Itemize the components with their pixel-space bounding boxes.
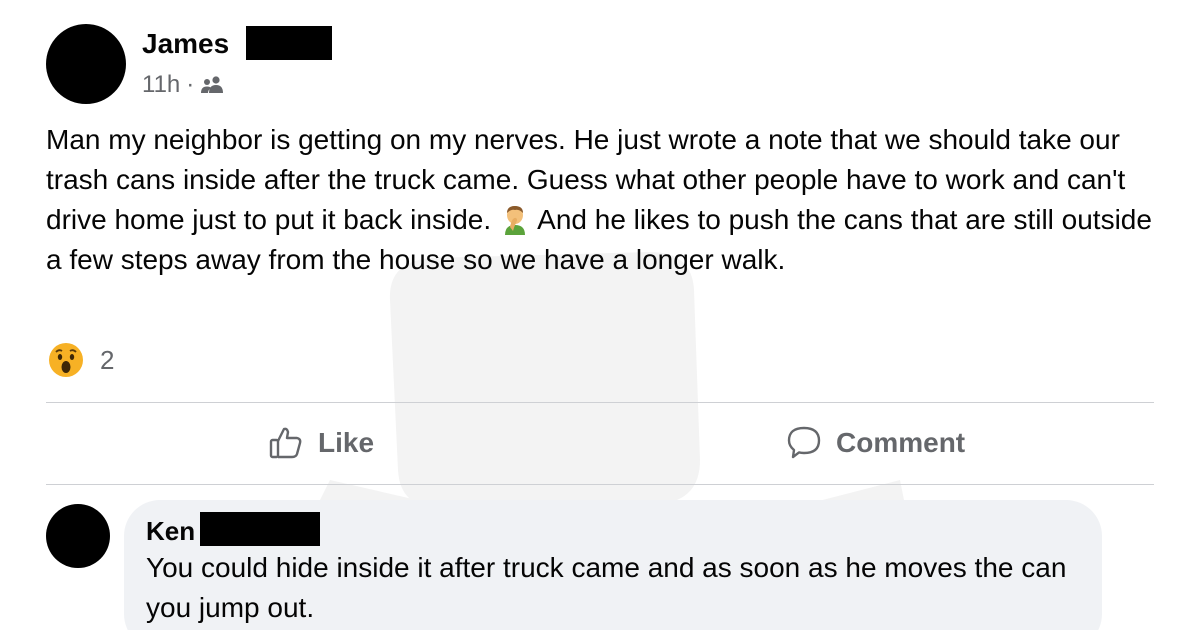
post-body: Man my neighbor is getting on my nerves.… (46, 120, 1166, 280)
redaction-bar (246, 26, 332, 60)
reaction-summary[interactable]: 2 (48, 342, 114, 378)
post-author-name[interactable]: James (142, 26, 229, 62)
redaction-bar (200, 512, 320, 546)
commenter-name[interactable]: Ken (146, 514, 195, 548)
divider (46, 484, 1154, 485)
facebook-post: James 11h · Man my neighbor is getting o… (0, 0, 1200, 630)
like-button[interactable]: Like (268, 420, 374, 466)
commenter-avatar[interactable] (46, 504, 110, 568)
thumbs-up-icon (269, 427, 302, 459)
comment-text: You could hide inside it after truck cam… (146, 552, 1067, 623)
wow-reaction-icon (49, 343, 83, 377)
reaction-count: 2 (100, 344, 115, 375)
meta-separator: · (186, 71, 195, 98)
comment-label: Comment (836, 427, 966, 458)
post-timestamp[interactable]: 11h (142, 70, 180, 100)
comment-bubble-icon (787, 426, 821, 459)
comment-button[interactable]: Comment (786, 420, 965, 466)
friends-icon[interactable] (200, 76, 226, 94)
author-avatar[interactable] (46, 24, 126, 104)
facepalm-emoji (504, 206, 525, 235)
like-label: Like (318, 427, 375, 458)
post-meta: 11h · (142, 70, 226, 100)
divider (46, 402, 1154, 403)
